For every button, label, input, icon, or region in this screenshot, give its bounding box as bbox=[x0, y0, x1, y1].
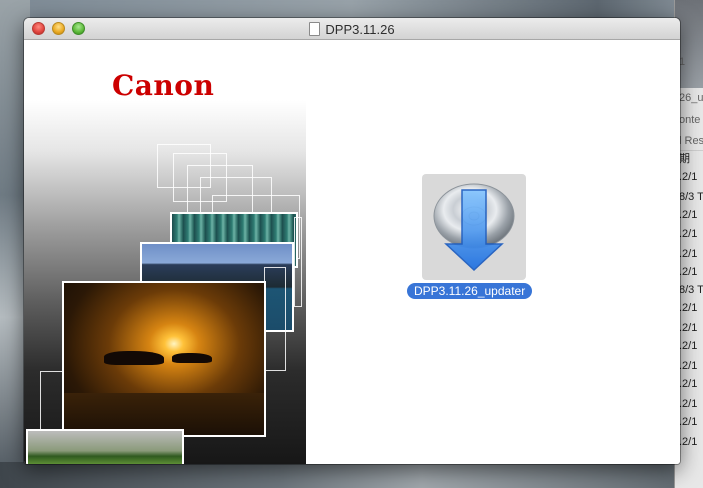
background-window-row[interactable]: 8/3 T bbox=[679, 280, 703, 300]
window-title: DPP3.11.26 bbox=[325, 21, 395, 37]
background-window-row[interactable]: .2/1 bbox=[679, 374, 703, 394]
canon-logo: Canon bbox=[112, 69, 215, 102]
background-window-row[interactable]: 26_up bbox=[679, 88, 703, 108]
background-window-row[interactable]: .2/1 bbox=[679, 356, 703, 376]
background-window-row[interactable]: .2/1 bbox=[679, 298, 703, 318]
background-window-row[interactable]: 8/3 T bbox=[679, 187, 703, 207]
rock-silhouette bbox=[172, 353, 212, 363]
background-window-row[interactable]: .2/1 bbox=[679, 224, 703, 244]
background-window-row[interactable]: .2/1 bbox=[679, 318, 703, 338]
title-container: DPP3.11.26 bbox=[24, 18, 680, 40]
background-window-row[interactable]: .2/1 bbox=[679, 167, 703, 187]
background-window-row[interactable]: .2/1 bbox=[679, 432, 703, 452]
sunset-photo bbox=[62, 281, 266, 437]
background-window-row[interactable]: .2/1 bbox=[679, 244, 703, 264]
background-window-row[interactable]: .2/1 bbox=[679, 205, 703, 225]
installer-background-art: Canon bbox=[24, 41, 306, 464]
desktop-background-top bbox=[0, 0, 703, 18]
background-window-row[interactable]: onte bbox=[679, 110, 703, 130]
disk-image-window[interactable]: DPP3.11.26 Canon bbox=[24, 18, 680, 464]
updater-file-icon[interactable] bbox=[422, 174, 526, 280]
background-window-row[interactable]: 期 bbox=[679, 149, 703, 169]
photo-frame-outline bbox=[264, 267, 286, 371]
background-window-row[interactable]: l Res bbox=[679, 131, 703, 151]
grass-photo bbox=[26, 429, 184, 464]
titlebar[interactable]: DPP3.11.26 bbox=[24, 18, 680, 40]
disc-download-icon bbox=[433, 183, 515, 272]
rock-silhouette bbox=[104, 351, 164, 365]
background-window-row[interactable]: .2/1 bbox=[679, 262, 703, 282]
background-window-row[interactable]: 1 bbox=[679, 52, 703, 72]
photo-frame-outline bbox=[294, 217, 302, 307]
background-window-row[interactable]: .2/1 bbox=[679, 336, 703, 356]
background-window-row[interactable]: .2/1 bbox=[679, 394, 703, 414]
background-window-row[interactable]: .2/1 bbox=[679, 412, 703, 432]
desktop-background-bottom bbox=[0, 462, 703, 488]
document-icon bbox=[309, 22, 321, 36]
file-name-label[interactable]: DPP3.11.26_updater bbox=[407, 283, 533, 299]
